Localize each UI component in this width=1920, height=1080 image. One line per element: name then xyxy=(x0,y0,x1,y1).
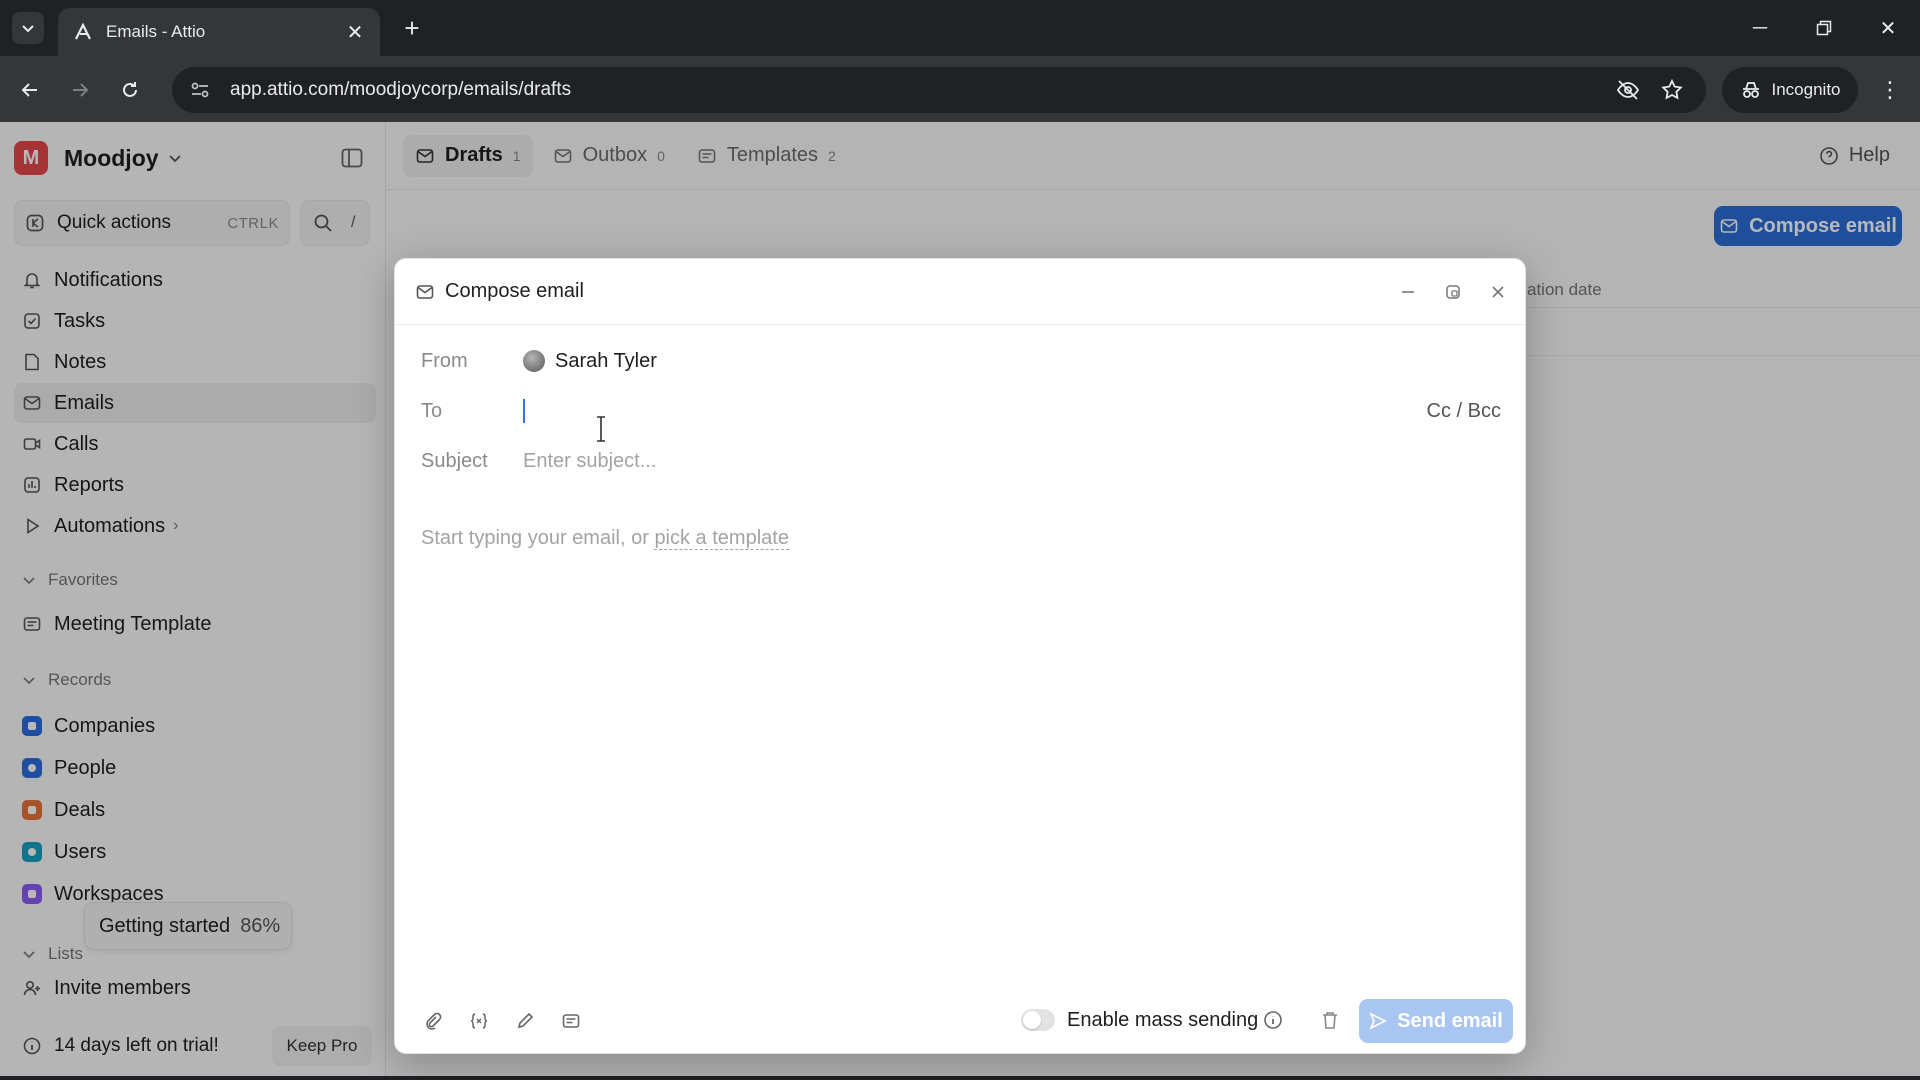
to-row[interactable]: To Cc / Bcc xyxy=(421,389,1501,442)
modal-header: Compose email xyxy=(395,259,1525,325)
tab-close-icon[interactable]: ✕ xyxy=(344,21,366,44)
expand-icon xyxy=(1446,285,1460,299)
subject-label: Subject xyxy=(421,449,488,472)
send-icon xyxy=(1369,1012,1387,1030)
attio-favicon-icon xyxy=(75,22,91,40)
minimize-icon xyxy=(1402,291,1414,293)
window-close-button[interactable]: ✕ xyxy=(1868,10,1908,46)
to-input-caret[interactable] xyxy=(523,399,525,423)
mass-sending-label: Enable mass sending xyxy=(1067,1009,1259,1031)
arrow-right-icon xyxy=(73,83,89,97)
tab-title: Emails - Attio xyxy=(106,22,206,41)
browser-tab-active[interactable]: Emails - Attio ✕ xyxy=(58,8,380,56)
eye-off-icon[interactable] xyxy=(1616,78,1640,102)
reload-icon xyxy=(123,82,137,97)
url-text: app.attio.com/moodjoycorp/emails/drafts xyxy=(230,79,572,100)
email-body-editor[interactable]: Start typing your email, or pick a templ… xyxy=(421,527,789,550)
new-tab-button[interactable]: + xyxy=(398,13,426,43)
variable-icon[interactable] xyxy=(469,1011,489,1031)
browser-toolbar: app.attio.com/moodjoycorp/emails/drafts … xyxy=(0,56,1920,122)
info-icon[interactable] xyxy=(1263,1010,1283,1030)
window-minimize-button[interactable]: ─ xyxy=(1740,10,1780,46)
body-placeholder: Start typing your email, or xyxy=(421,527,655,549)
close-button[interactable] xyxy=(1485,279,1511,305)
modal-title: Compose email xyxy=(445,280,584,302)
minimize-button[interactable] xyxy=(1395,279,1421,305)
chevron-down-icon xyxy=(22,25,34,33)
browser-menu-button[interactable]: ⋮ xyxy=(1872,72,1908,108)
expand-button[interactable] xyxy=(1440,279,1466,305)
incognito-badge[interactable]: Incognito xyxy=(1722,67,1858,113)
incognito-label: Incognito xyxy=(1771,80,1841,99)
forward-button[interactable] xyxy=(62,72,98,108)
address-bar[interactable]: app.attio.com/moodjoycorp/emails/drafts xyxy=(172,67,1706,113)
to-label: To xyxy=(421,399,443,422)
tab-search-button[interactable] xyxy=(12,12,44,44)
signature-pen-icon[interactable] xyxy=(515,1011,535,1031)
arrow-left-icon xyxy=(21,83,37,97)
from-label: From xyxy=(421,349,468,372)
trash-icon[interactable] xyxy=(1319,1009,1341,1031)
subject-row: Subject xyxy=(421,439,1501,483)
site-settings-icon[interactable] xyxy=(188,78,212,102)
paperclip-icon[interactable] xyxy=(423,1011,443,1031)
incognito-icon xyxy=(1742,82,1759,98)
browser-tabbar: Emails - Attio ✕ + ─ ✕ xyxy=(0,0,1920,56)
restore-icon xyxy=(1816,20,1832,36)
avatar xyxy=(523,350,545,372)
send-email-button[interactable]: Send email xyxy=(1359,999,1513,1043)
from-sender[interactable]: Sarah Tyler xyxy=(555,350,657,373)
subject-input[interactable] xyxy=(523,449,1123,473)
compose-email-modal: Compose email From Sarah Tyler To Cc / B… xyxy=(394,258,1526,1054)
close-icon xyxy=(1492,286,1504,298)
star-icon[interactable] xyxy=(1660,78,1684,102)
reload-button[interactable] xyxy=(112,72,148,108)
from-row: From Sarah Tyler xyxy=(421,339,1501,383)
modal-footer: Enable mass sending Send email xyxy=(395,989,1525,1053)
cc-bcc-button[interactable]: Cc / Bcc xyxy=(1427,400,1501,423)
send-email-label: Send email xyxy=(1397,1009,1503,1032)
compose-icon xyxy=(416,284,434,299)
mass-sending-toggle[interactable] xyxy=(1021,1009,1055,1031)
back-button[interactable] xyxy=(12,72,48,108)
pick-template-link[interactable]: pick a template xyxy=(654,527,789,550)
template-icon[interactable] xyxy=(561,1011,581,1031)
window-restore-button[interactable] xyxy=(1804,10,1844,46)
